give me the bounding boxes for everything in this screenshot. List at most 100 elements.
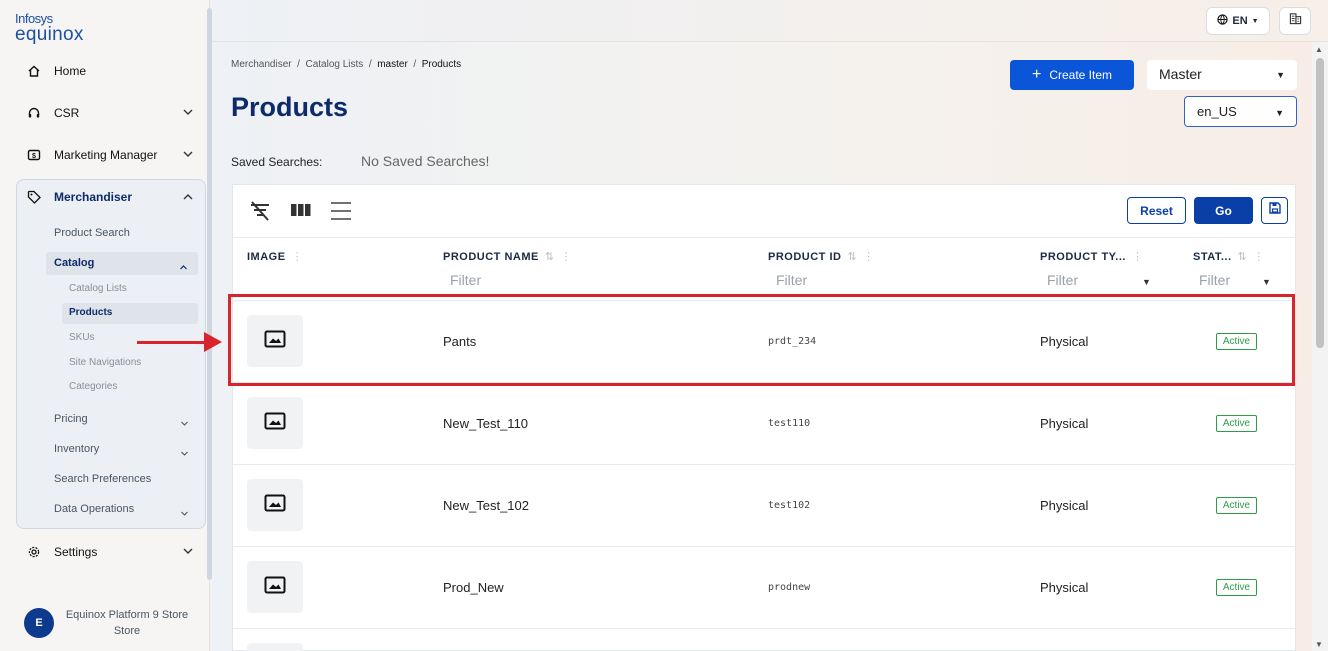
sidebar-item-label: Inventory (54, 443, 100, 455)
kebab-icon[interactable]: ⋮ (1132, 250, 1144, 263)
chevron-down-icon (182, 106, 194, 121)
sidebar-item-data-operations[interactable]: Data Operations (54, 503, 134, 515)
column-header-image[interactable]: IMAGE ⋮ (247, 250, 304, 264)
chevron-up-icon (179, 259, 188, 277)
sidebar-item-label: Settings (54, 545, 98, 559)
sidebar-item-label: Home (54, 64, 87, 78)
cell-product-name[interactable]: New_Test_110 (443, 416, 528, 431)
catalog-select[interactable]: Master ▼ (1147, 60, 1297, 90)
plus-icon: + (1031, 66, 1042, 83)
column-header-status[interactable]: STAT... ⇅ ⋮ (1193, 250, 1265, 264)
image-placeholder-icon (264, 576, 286, 599)
breadcrumb-master[interactable]: master (377, 59, 408, 70)
breadcrumb-separator: / (297, 59, 300, 70)
product-thumbnail (247, 561, 303, 613)
sidebar-item-catalog-lists[interactable]: Catalog Lists (69, 283, 127, 294)
product-thumbnail (247, 643, 303, 651)
filter-status-select[interactable]: Filter (1199, 272, 1230, 288)
breadcrumb-merchandiser[interactable]: Merchandiser (231, 59, 292, 70)
sidebar-item-csr[interactable]: CSR (16, 97, 206, 129)
breadcrumb-products: Products (421, 59, 462, 70)
filter-id-input[interactable]: Filter (776, 272, 807, 288)
chevron-down-icon (182, 545, 194, 560)
chevron-down-icon (182, 148, 194, 163)
reset-label: Reset (1140, 203, 1173, 218)
cell-product-type: Physical (1040, 416, 1089, 431)
sidebar-item-merchandiser[interactable]: Merchandiser (16, 182, 206, 212)
sidebar-item-label: Data Operations (54, 503, 135, 515)
sidebar-item-product-search[interactable]: Product Search (54, 227, 130, 239)
scroll-down-icon[interactable]: ▼ (1315, 640, 1323, 649)
chevron-down-icon (180, 505, 189, 523)
go-button[interactable]: Go (1194, 197, 1253, 224)
chevron-down-icon (180, 415, 189, 433)
row-divider (233, 546, 1295, 547)
clear-filter-icon[interactable] (248, 199, 272, 228)
row-divider (233, 628, 1295, 629)
density-icon[interactable] (329, 199, 353, 228)
sidebar: Infosys equinox Home CSR $ Marketing Man… (0, 0, 212, 651)
building-button[interactable] (1279, 7, 1311, 35)
image-placeholder-icon (264, 494, 286, 517)
cell-product-name[interactable]: Prod_New (443, 580, 504, 595)
column-header-label: PRODUCT NAME (443, 250, 539, 263)
kebab-icon[interactable]: ⋮ (1253, 250, 1265, 263)
cell-product-id: test110 (768, 418, 811, 429)
create-item-label: Create Item (1049, 68, 1113, 82)
caret-down-icon: ▼ (1276, 70, 1285, 80)
breadcrumb-catalog-lists[interactable]: Catalog Lists (306, 59, 364, 70)
home-icon (26, 63, 42, 79)
filter-type-select[interactable]: Filter (1047, 272, 1078, 288)
kebab-icon[interactable]: ⋮ (863, 250, 875, 263)
column-header-type[interactable]: PRODUCT TY... ⋮ (1040, 250, 1144, 264)
sidebar-item-categories[interactable]: Categories (69, 381, 117, 392)
chevron-down-icon (180, 445, 189, 463)
cell-product-id: test102 (768, 500, 811, 511)
cell-product-name[interactable]: New_Test_102 (443, 498, 529, 513)
column-header-name[interactable]: PRODUCT NAME ⇅ ⋮ (443, 250, 573, 264)
column-header-label: IMAGE (247, 250, 286, 263)
page-scrollbar-thumb[interactable] (1316, 58, 1324, 348)
sort-icon[interactable]: ⇅ (545, 250, 555, 263)
caret-down-icon: ▼ (1142, 277, 1151, 287)
sidebar-item-settings[interactable]: Settings (16, 536, 206, 568)
avatar[interactable]: E (24, 608, 54, 638)
sidebar-item-catalog[interactable]: Catalog (46, 252, 198, 275)
column-header-label: PRODUCT ID (768, 250, 842, 263)
kebab-icon[interactable]: ⋮ (292, 250, 304, 263)
cell-product-id: prodnew (768, 582, 811, 593)
sort-icon[interactable]: ⇅ (1238, 250, 1248, 263)
sidebar-item-label: Marketing Manager (54, 148, 158, 162)
sidebar-item-products[interactable]: Products (62, 303, 198, 324)
scroll-up-icon[interactable]: ▲ (1315, 45, 1323, 54)
caret-down-icon: ▼ (1262, 277, 1271, 287)
column-header-label: PRODUCT TY... (1040, 250, 1126, 263)
svg-text:$: $ (32, 153, 36, 160)
locale-select[interactable]: en_US ▼ (1184, 96, 1297, 127)
page-title: Products (231, 92, 349, 122)
filter-name-input[interactable]: Filter (450, 272, 481, 288)
logo-line2: equinox (15, 24, 84, 45)
column-header-id[interactable]: PRODUCT ID ⇅ ⋮ (768, 250, 875, 264)
sidebar-item-inventory[interactable]: Inventory (54, 443, 99, 455)
sidebar-item-search-preferences[interactable]: Search Preferences (54, 473, 151, 485)
reset-button[interactable]: Reset (1127, 197, 1186, 224)
kebab-icon[interactable]: ⋮ (561, 250, 573, 263)
sidebar-item-skus[interactable]: SKUs (69, 332, 95, 343)
create-item-button[interactable]: + Create Item (1010, 60, 1134, 90)
saved-searches-value: No Saved Searches! (361, 153, 490, 169)
sidebar-item-label: Products (69, 307, 113, 318)
save-search-button[interactable] (1261, 197, 1288, 224)
language-selector[interactable]: EN ▼ (1206, 7, 1270, 35)
sidebar-item-pricing[interactable]: Pricing (54, 413, 88, 425)
cell-product-type: Physical (1040, 580, 1089, 595)
sidebar-item-home[interactable]: Home (16, 55, 206, 87)
columns-icon[interactable] (289, 199, 313, 228)
gear-icon (26, 544, 42, 560)
sidebar-item-site-navigations[interactable]: Site Navigations (69, 357, 141, 368)
saved-searches-label: Saved Searches: (231, 155, 323, 169)
column-header-label: STAT... (1193, 250, 1232, 263)
sidebar-item-marketing[interactable]: $ Marketing Manager (16, 139, 206, 171)
sort-icon[interactable]: ⇅ (847, 250, 857, 263)
store-name: Equinox Platform 9 Store Store (65, 609, 189, 637)
